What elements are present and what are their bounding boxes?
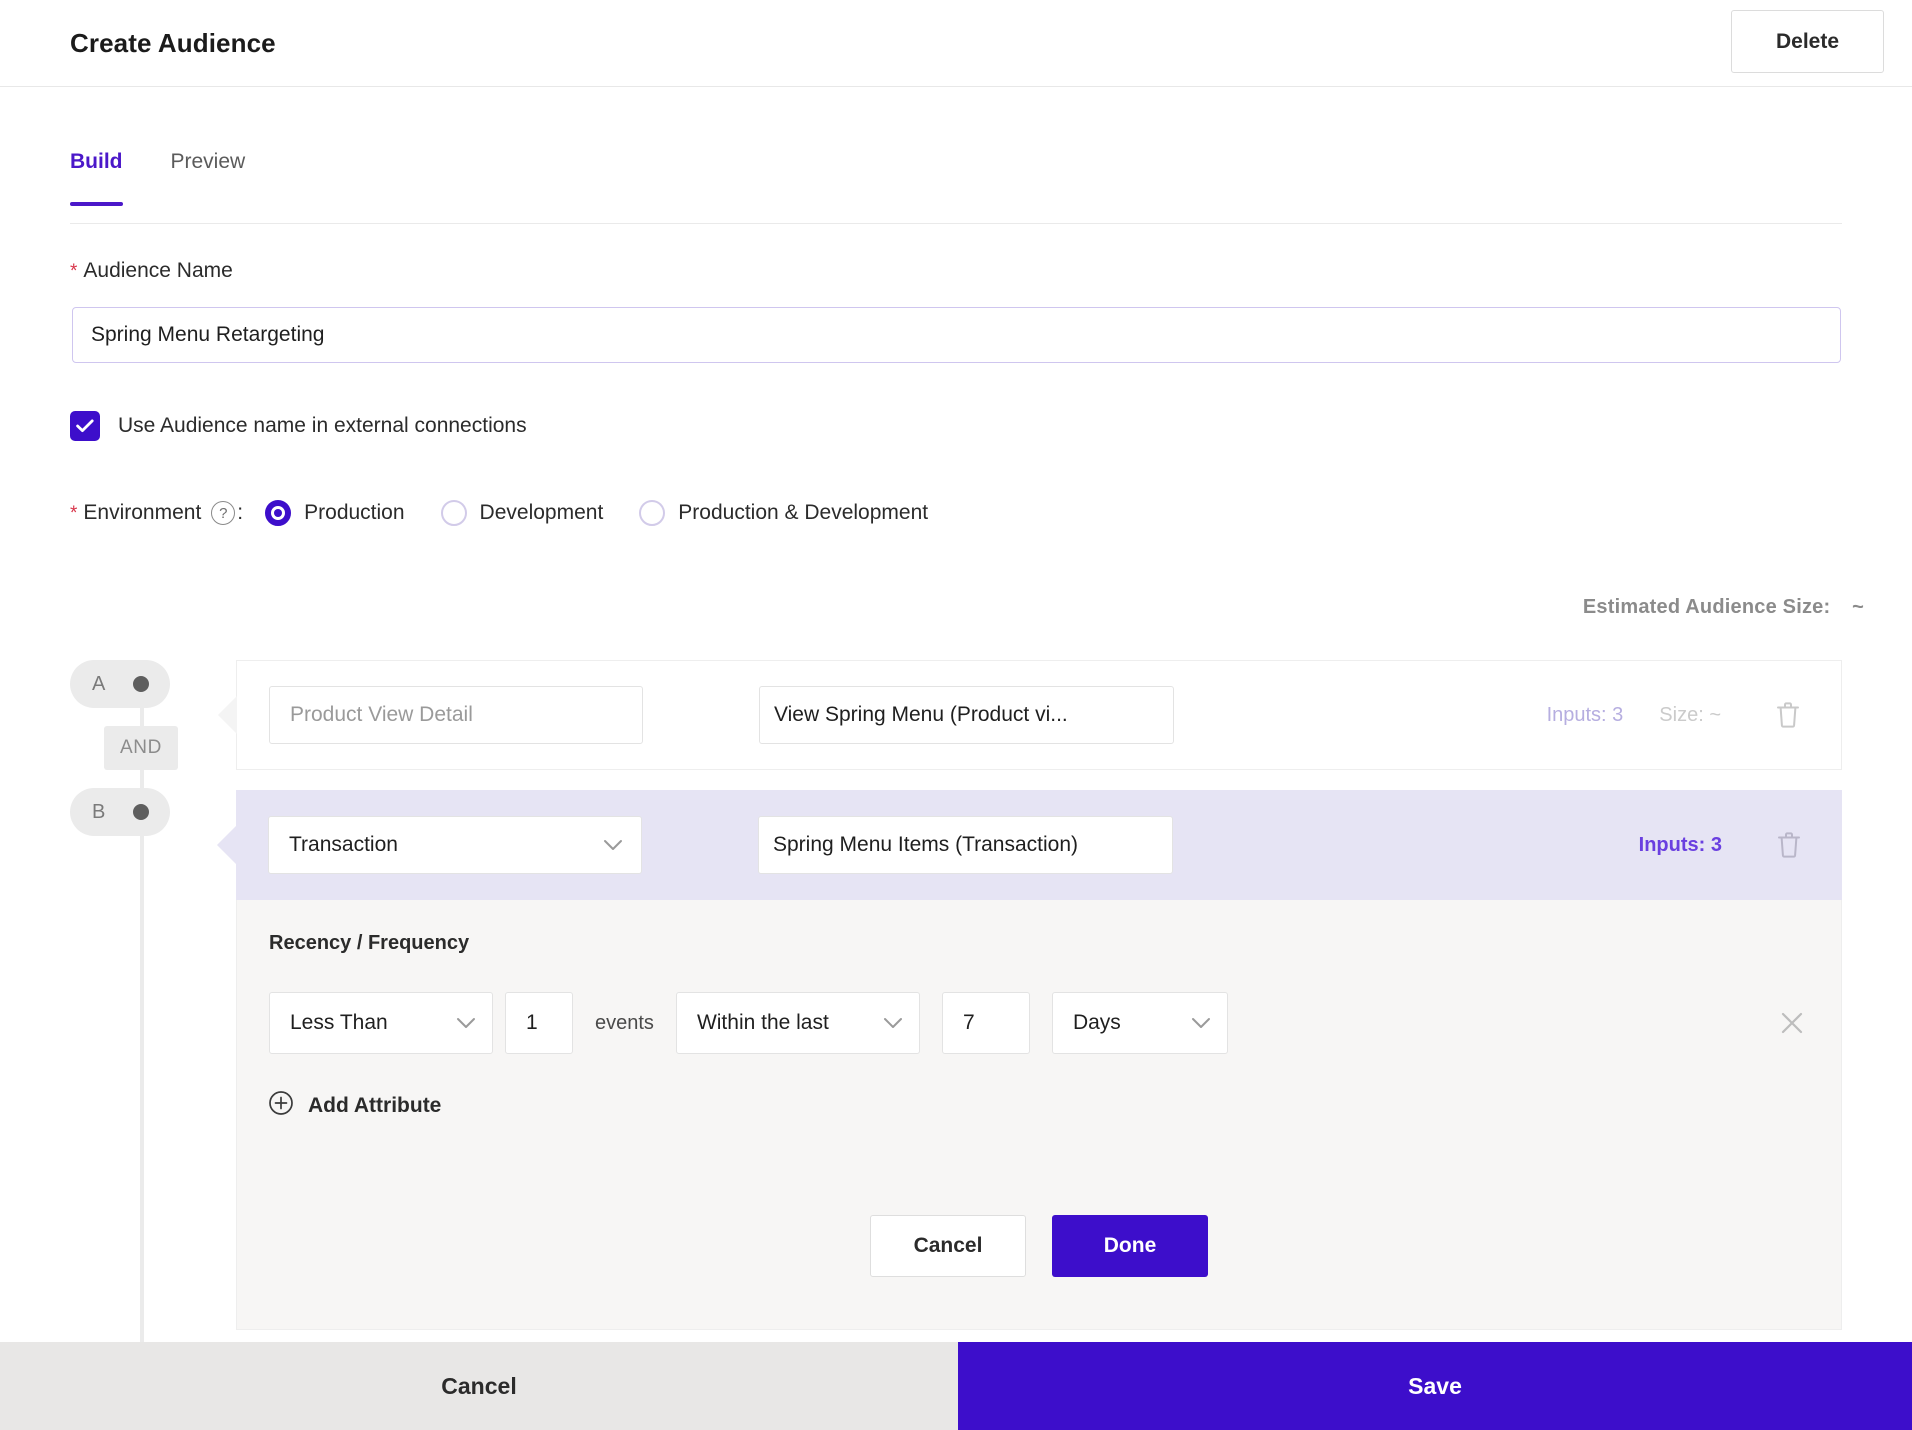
external-connections-row[interactable]: Use Audience name in external connection… [70, 411, 527, 441]
recency-frequency-condition-row: Less Than 1 events Within the last 7 Day… [269, 992, 1809, 1054]
condition-count-input[interactable]: 1 [505, 992, 573, 1054]
tab-preview[interactable]: Preview [171, 150, 246, 204]
tab-bar: Build Preview [70, 150, 1842, 224]
radio-icon-development[interactable] [440, 500, 467, 526]
radio-option-development[interactable]: Development [440, 500, 604, 526]
condition-window-value: Within the last [696, 1011, 829, 1034]
footer-bar: Cancel Save [0, 1342, 1912, 1430]
node-badge-b[interactable]: B [70, 788, 170, 836]
logic-operator-and[interactable]: AND [104, 726, 178, 770]
radio-option-production-and-development[interactable]: Production & Development [639, 500, 928, 526]
rule-b-meta: Inputs: 3 [1639, 831, 1842, 859]
rule-b-trash-icon[interactable] [1776, 831, 1802, 859]
condition-window-value-input[interactable]: 7 [941, 992, 1030, 1054]
rule-a-type-placeholder: Product View Detail [290, 703, 473, 726]
node-badge-a[interactable]: A [70, 660, 170, 708]
node-letter-a: A [92, 672, 106, 695]
rule-b-inputs-count: Inputs: 3 [1638, 833, 1722, 856]
checkbox-checked-icon[interactable] [70, 411, 100, 441]
chevron-down-icon-unit[interactable] [1191, 1017, 1211, 1029]
footer-save-button[interactable]: Save [958, 1342, 1912, 1430]
add-attribute-button[interactable]: Add Attribute [268, 1090, 441, 1121]
row-pointer-a-icon [218, 696, 237, 734]
chevron-down-icon-rule-b[interactable] [603, 839, 623, 851]
external-connections-label: Use Audience name in external connection… [118, 414, 527, 437]
radio-label-production-and-development: Production & Development [678, 501, 929, 524]
panel-action-buttons: Cancel Done [236, 1215, 1842, 1277]
delete-button[interactable]: Delete [1731, 10, 1884, 73]
tab-build[interactable]: Build [70, 150, 123, 206]
rule-a-value-text: View Spring Menu (Product vi... [774, 703, 1068, 726]
condition-operator-select[interactable]: Less Than [269, 992, 493, 1054]
page-title: Create Audience [70, 27, 276, 58]
condition-window-select[interactable]: Within the last [675, 992, 920, 1054]
remove-condition-close-icon[interactable] [1775, 1006, 1809, 1040]
rule-b-value-text: Spring Menu Items (Transaction) [773, 833, 1079, 856]
condition-events-label: events [595, 1011, 654, 1034]
rule-row-a[interactable]: Product View Detail View Spring Menu (Pr… [218, 660, 1842, 770]
environment-label: * Environment [70, 501, 201, 525]
node-dot-a-icon [130, 673, 152, 695]
chevron-down-icon-window[interactable] [883, 1017, 903, 1029]
required-marker: * [70, 261, 78, 282]
rule-row-b[interactable]: Transaction Spring Menu Items (Transacti… [217, 790, 1842, 900]
logic-rail: A AND B [70, 660, 180, 1360]
environment-label-text: Environment [83, 501, 202, 524]
rule-b-type-select[interactable]: Transaction [268, 816, 642, 874]
required-marker-environment: * [70, 503, 78, 524]
rule-b-value-input[interactable]: Spring Menu Items (Transaction) [758, 816, 1173, 874]
help-circle-icon[interactable]: ? [211, 501, 236, 525]
estimated-audience-size: Estimated Audience Size: ~ [1583, 596, 1864, 619]
audience-name-input[interactable] [72, 307, 1841, 363]
audience-name-label: * Audience Name [70, 259, 233, 283]
rule-a-size: Size: ~ [1659, 703, 1721, 726]
audience-name-label-text: Audience Name [83, 259, 233, 282]
environment-row: * Environment ? : Production Development … [70, 500, 928, 526]
rule-a-meta: Inputs: 3 Size: ~ [1547, 701, 1841, 729]
condition-unit-value: Days [1072, 1011, 1121, 1034]
panel-cancel-button[interactable]: Cancel [870, 1215, 1026, 1277]
radio-icon-production-and-development[interactable] [639, 500, 666, 526]
condition-unit-select[interactable]: Days [1051, 992, 1228, 1054]
radio-label-production: Production [304, 501, 405, 524]
page-header: Create Audience Delete [0, 0, 1912, 87]
estimated-audience-size-label: Estimated Audience Size: [1582, 596, 1831, 618]
plus-circle-icon [268, 1090, 294, 1121]
rule-list: Product View Detail View Spring Menu (Pr… [217, 660, 1842, 900]
estimated-audience-size-value: ~ [1852, 596, 1864, 618]
node-letter-b: B [92, 800, 106, 823]
recency-frequency-title: Recency / Frequency [269, 932, 470, 954]
node-dot-b-icon [130, 801, 152, 823]
panel-done-button[interactable]: Done [1052, 1215, 1208, 1277]
radio-icon-production[interactable] [265, 500, 292, 526]
condition-operator-value: Less Than [290, 1011, 388, 1034]
row-pointer-b-icon [217, 826, 236, 864]
radio-label-development: Development [479, 501, 604, 524]
footer-cancel-button[interactable]: Cancel [0, 1342, 958, 1430]
rule-a-trash-icon[interactable] [1775, 701, 1801, 729]
chevron-down-icon-operator[interactable] [456, 1017, 476, 1029]
add-attribute-label: Add Attribute [308, 1093, 442, 1117]
rule-a-inputs-count: Inputs: 3 [1546, 703, 1624, 726]
rule-a-value-input[interactable]: View Spring Menu (Product vi... [759, 686, 1174, 744]
rule-b-type-value: Transaction [289, 833, 398, 856]
create-audience-page: Create Audience Delete Build Preview * Au… [0, 0, 1912, 1430]
rule-a-type-select[interactable]: Product View Detail [269, 686, 643, 744]
radio-option-production[interactable]: Production [265, 500, 405, 526]
environment-colon: : [237, 501, 244, 524]
